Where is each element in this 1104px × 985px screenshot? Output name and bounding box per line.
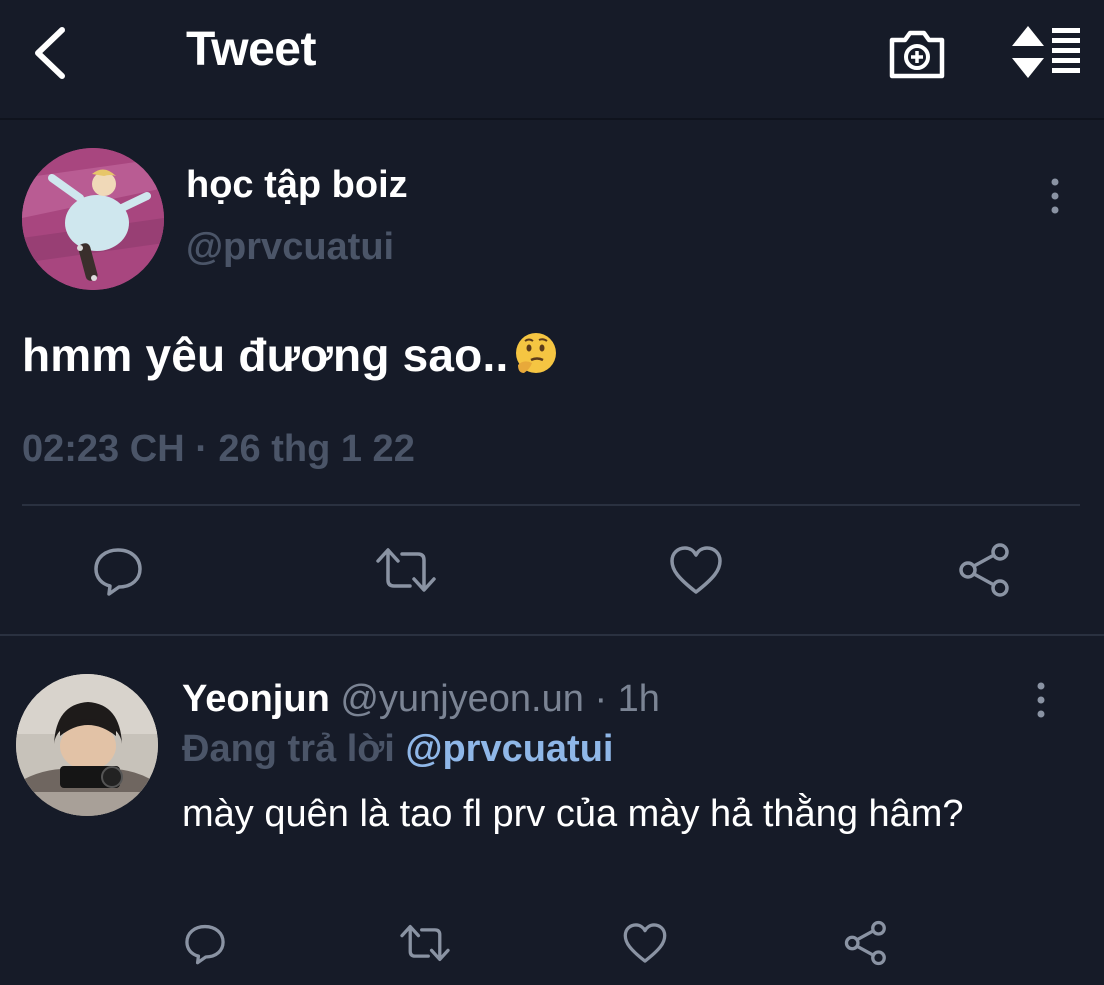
retweet-button[interactable] [374, 542, 438, 603]
top-bar: Tweet [0, 0, 1104, 120]
reply-icon [185, 924, 225, 965]
avatar[interactable] [22, 148, 164, 290]
share-icon [959, 543, 1009, 597]
like-button[interactable] [622, 920, 668, 971]
reply-text: mày quên là tao fl prv của mày hả thằng … [182, 793, 964, 835]
sort-button[interactable] [1010, 24, 1084, 80]
author-name[interactable]: học tập boiz [186, 164, 408, 207]
avatar-image [22, 148, 164, 290]
share-icon [844, 920, 886, 966]
avatar-image [16, 674, 158, 816]
like-icon [623, 923, 667, 963]
reply-header: Yeonjun @yunjyeon.un · 1h [182, 678, 660, 721]
back-button[interactable] [30, 24, 74, 82]
retweet-icon [376, 548, 436, 592]
replying-to-label: Đang trả lời [182, 728, 395, 770]
sort-list-icon [1012, 26, 1080, 78]
tweet-text: hmm yêu đương sao.. [22, 328, 558, 382]
reply-button[interactable] [182, 920, 228, 971]
like-button[interactable] [668, 542, 724, 603]
reply-tweet[interactable]: Yeonjun @yunjyeon.un · 1h Đang trả lời @… [0, 636, 1104, 985]
tweet-text-content: hmm yêu đương sao.. [22, 329, 509, 381]
more-vertical-icon [1037, 682, 1045, 718]
replying-to: Đang trả lời @prvcuatui [182, 728, 613, 771]
separator-dot: · [594, 678, 608, 720]
reply-button[interactable] [90, 542, 146, 603]
author-handle[interactable]: @prvcuatui [186, 226, 394, 269]
replying-to-handle[interactable]: @prvcuatui [405, 728, 613, 770]
thinking-face-icon [516, 333, 557, 373]
chevron-left-icon [35, 27, 65, 79]
camera-add-icon [889, 30, 945, 79]
like-icon [670, 546, 722, 594]
avatar[interactable] [16, 674, 158, 816]
page-title: Tweet [186, 23, 316, 76]
tweet-timestamp: 02:23 CH · 26 thg 1 22 [22, 428, 415, 470]
retweet-icon [400, 924, 450, 962]
reply-author-handle[interactable]: @yunjyeon.un [340, 678, 584, 720]
share-button[interactable] [956, 542, 1016, 603]
reply-author-name[interactable]: Yeonjun [182, 678, 330, 720]
more-vertical-icon [1051, 178, 1059, 214]
reply-icon [94, 548, 142, 596]
more-options-button[interactable] [1040, 176, 1070, 216]
camera-button[interactable] [886, 22, 948, 84]
divider [22, 504, 1080, 506]
share-button[interactable] [842, 920, 892, 971]
reply-time: 1h [617, 678, 660, 720]
retweet-button[interactable] [398, 920, 452, 971]
more-options-button[interactable] [1026, 680, 1056, 720]
